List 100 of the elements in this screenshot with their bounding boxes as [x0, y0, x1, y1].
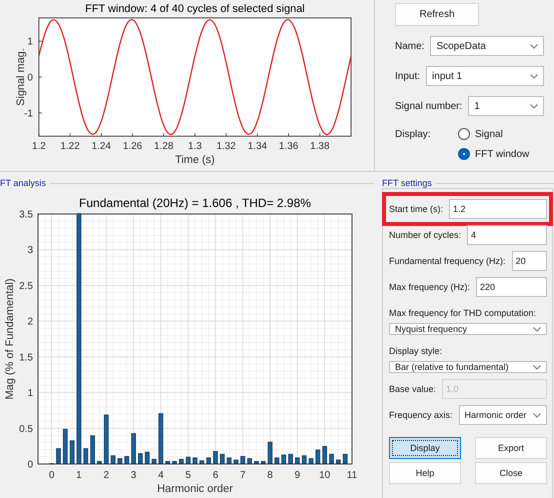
axis-label: Signal mag. [14, 48, 27, 106]
chart-title: Fundamental (20Hz) = 1.606 , THD= 2.98% [79, 196, 311, 210]
display-button[interactable]: Display [389, 437, 461, 459]
chevron-icon [533, 412, 541, 418]
bar [302, 455, 307, 464]
bar [220, 454, 225, 464]
input-field[interactable]: 1.2 [449, 199, 547, 219]
close-button[interactable]: Close [475, 462, 547, 484]
bar [295, 457, 300, 464]
tick-label: 11 [346, 470, 358, 481]
tick-label: 1.32 [216, 141, 236, 152]
bar [62, 428, 68, 464]
bar [234, 460, 238, 464]
tick-label: 0 [48, 470, 54, 481]
bar [260, 461, 266, 464]
field-label: Start time (s): [389, 204, 444, 214]
bar [179, 458, 184, 464]
field-label: Input: [395, 70, 420, 82]
bar [226, 457, 232, 464]
bar [206, 457, 211, 464]
radio-button[interactable] [458, 148, 470, 160]
bar [342, 454, 348, 464]
bar [152, 458, 156, 464]
bar [186, 456, 191, 464]
refresh-button[interactable]: Refresh [395, 3, 479, 26]
tick-label: 3 [27, 245, 33, 256]
field-label: Display style: [389, 346, 444, 356]
field-label: Number of cycles: [389, 230, 462, 240]
tick-label: 1.36 [278, 141, 298, 152]
tick-label: 1.24 [92, 141, 111, 152]
dropdown[interactable]: Harmonic order [458, 405, 547, 425]
bar [213, 451, 218, 464]
bar [281, 454, 286, 464]
dropdown[interactable]: Bar (relative to fundamental) [389, 361, 547, 373]
tick-label: 10 [319, 470, 330, 481]
axis-label: Time (s) [175, 154, 215, 166]
group-label: FT analysis [0, 178, 46, 188]
bar [124, 456, 130, 464]
field-label: Signal number: [395, 100, 462, 112]
bar [110, 455, 116, 464]
tick-label: 1.38 [310, 141, 330, 152]
tick-label: 8 [267, 470, 273, 481]
radio-label: FFT window [475, 148, 530, 160]
bar [158, 413, 164, 464]
dropdown[interactable]: Nyquist frequency [389, 323, 547, 335]
chevron-icon [530, 104, 538, 108]
dropdown[interactable]: input 1 [426, 66, 544, 86]
bar [247, 458, 252, 464]
field-label: Fundamental frequency (Hz): [389, 256, 506, 266]
tick-label: 1 [76, 470, 82, 481]
bar [254, 461, 259, 464]
bar [322, 446, 328, 464]
bar [138, 453, 143, 464]
field-label: Max frequency for THD computation: [389, 308, 537, 318]
bar [104, 414, 109, 464]
bar [268, 442, 272, 464]
tick-label: 9 [294, 470, 300, 481]
tick-label: 5 [185, 470, 191, 481]
tick-label: 2.5 [19, 280, 33, 292]
dropdown[interactable]: 1 [468, 96, 544, 116]
chevron-icon [533, 326, 541, 332]
group-label: FFT settings [382, 178, 432, 188]
tick-label: 1 [27, 388, 33, 400]
bar [172, 461, 177, 464]
tick-label: 4 [158, 470, 164, 481]
tick-label: 1.5 [19, 352, 33, 364]
input-field[interactable]: 220 [476, 277, 547, 297]
field-label: Display: [395, 128, 432, 140]
bar [308, 458, 314, 464]
tick-label: 1.3 [188, 141, 202, 152]
bar [70, 440, 74, 464]
bar [240, 456, 246, 464]
radio-button[interactable] [458, 128, 470, 140]
tick-label: 1 [27, 36, 33, 48]
tick-label: 1.22 [60, 141, 80, 152]
chevron-icon [530, 44, 538, 48]
chevron-icon [530, 74, 538, 78]
field-label: Frequency axis: [389, 410, 453, 420]
tick-label: 0 [27, 460, 33, 470]
tick-label: 0 [27, 72, 33, 84]
field-label: Name: [395, 40, 424, 52]
bar [83, 448, 88, 464]
bar [165, 461, 170, 464]
bar [192, 457, 198, 464]
bar [274, 457, 280, 464]
tick-label: 3.5 [19, 210, 33, 220]
input-field[interactable]: 20 [512, 251, 547, 271]
radio-label: Signal [475, 128, 503, 140]
axis-label: Harmonic order [157, 483, 233, 495]
dropdown[interactable]: ScopeData [430, 36, 544, 56]
bar [131, 433, 136, 464]
chart-title: FFT window: 4 of 40 cycles of selected signal [85, 2, 305, 15]
export-button[interactable]: Export [475, 437, 547, 459]
bar [97, 461, 102, 464]
bar [90, 435, 95, 464]
tick-label: -1 [24, 108, 33, 120]
input-field[interactable]: 4 [467, 225, 547, 245]
bar [288, 454, 293, 464]
field-label: Base value: [389, 384, 436, 394]
help-button[interactable]: Help [389, 462, 461, 484]
